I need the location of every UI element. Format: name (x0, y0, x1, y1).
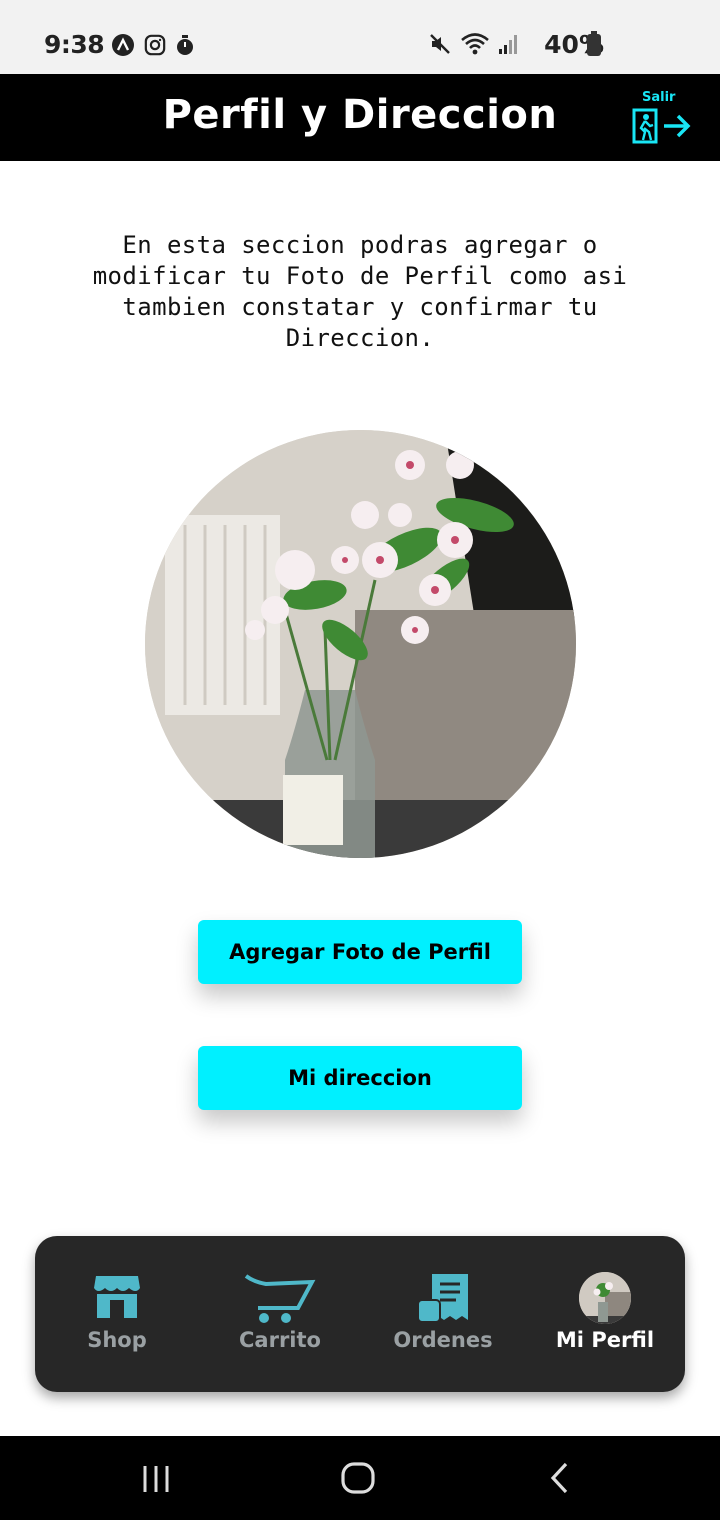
stopwatch-icon (177, 35, 193, 55)
nav-item-shop[interactable]: Shop (42, 1236, 192, 1392)
status-notification-icons (111, 33, 195, 57)
back-icon[interactable] (545, 1458, 575, 1498)
nav-item-ordenes[interactable]: Ordenes (368, 1236, 518, 1392)
battery-icon (587, 31, 601, 56)
logout-label: Salir (642, 90, 676, 105)
wifi-icon (461, 33, 489, 55)
instagram-icon (144, 34, 166, 56)
section-description: En esta seccion podras agregar o modific… (92, 231, 628, 352)
status-time: 9:38 (44, 30, 105, 59)
recent-apps-icon[interactable] (140, 1458, 172, 1498)
page-title: Perfil y Direccion (162, 92, 558, 138)
home-icon[interactable] (338, 1458, 378, 1498)
profile-photo (145, 430, 576, 858)
nav-label-mi-perfil: Mi Perfil (555, 1328, 655, 1352)
add-profile-photo-button[interactable]: Agregar Foto de Perfil (198, 920, 522, 984)
nav-label-shop: Shop (87, 1328, 147, 1352)
avatar (579, 1272, 631, 1324)
store-icon (94, 1276, 140, 1318)
system-nav-bar (0, 1436, 720, 1520)
status-system-icons (428, 32, 518, 56)
app-notification-icon (112, 34, 134, 56)
my-address-button[interactable]: Mi direccion (198, 1046, 522, 1110)
app-header: Perfil y Direccion Salir (0, 74, 720, 161)
receipt-icon (417, 1274, 468, 1323)
cart-icon (244, 1274, 316, 1323)
nav-label-ordenes: Ordenes (393, 1328, 493, 1352)
mute-icon (430, 34, 450, 54)
nav-item-mi-perfil[interactable]: Mi Perfil (530, 1236, 680, 1392)
bottom-nav: Shop Carrito Ordenes Mi Perfil (35, 1236, 685, 1392)
nav-label-carrito: Carrito (239, 1328, 321, 1352)
exit-icon (632, 108, 691, 144)
nav-item-carrito[interactable]: Carrito (205, 1236, 355, 1392)
signal-icon (499, 35, 517, 54)
logout-button[interactable]: Salir (630, 90, 692, 146)
status-bar: 9:38 40% (0, 0, 720, 74)
